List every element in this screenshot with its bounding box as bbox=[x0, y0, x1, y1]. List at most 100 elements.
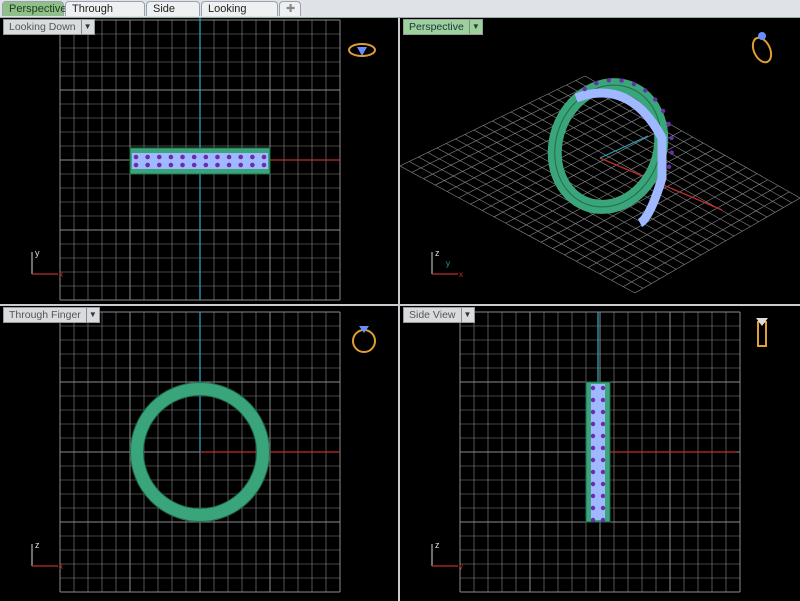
prong bbox=[180, 154, 185, 160]
prong bbox=[631, 81, 637, 87]
prong bbox=[619, 78, 624, 83]
gem-shape bbox=[357, 47, 367, 56]
dropdown-arrow-icon[interactable]: ▼ bbox=[468, 20, 482, 34]
prong bbox=[590, 505, 596, 511]
prong bbox=[203, 162, 209, 168]
prong bbox=[600, 409, 606, 415]
viewport-canvas[interactable]: zx bbox=[0, 306, 398, 601]
prong bbox=[600, 385, 606, 391]
prong bbox=[215, 154, 220, 160]
tab-through-finger[interactable]: Through Finger bbox=[65, 1, 145, 30]
axis-label: y bbox=[446, 259, 450, 268]
viewport-tab-bar: Perspective Through Finger Side View Loo… bbox=[0, 0, 800, 30]
viewport-label[interactable]: Looking Down ▼ bbox=[3, 19, 95, 35]
axis-label: x bbox=[459, 270, 463, 279]
prong bbox=[590, 433, 596, 439]
prong bbox=[238, 154, 244, 160]
gem-channel bbox=[132, 153, 268, 169]
prong bbox=[133, 154, 139, 160]
viewport-label[interactable]: Side View ▼ bbox=[403, 307, 475, 323]
axis-label: x bbox=[59, 270, 63, 279]
viewport-looking-down[interactable]: yx Looking Down ▼ bbox=[0, 18, 398, 304]
viewport-canvas[interactable]: yx bbox=[0, 18, 398, 304]
ring-view-icon bbox=[751, 32, 773, 64]
viewport-label-text: Through Finger bbox=[9, 309, 81, 321]
dropdown-arrow-icon[interactable]: ▼ bbox=[85, 308, 99, 322]
tab-looking-down[interactable]: Looking Down bbox=[201, 1, 278, 30]
viewport-through-finger[interactable]: zx Through Finger ▼ bbox=[0, 306, 398, 601]
tab-perspective[interactable]: Perspective bbox=[2, 1, 66, 16]
grid-line bbox=[575, 80, 792, 204]
viewport-canvas[interactable]: zy bbox=[400, 306, 800, 601]
prong bbox=[600, 397, 606, 403]
dropdown-arrow-icon[interactable]: ▼ bbox=[460, 308, 474, 322]
prong bbox=[600, 457, 606, 463]
prong bbox=[590, 445, 596, 451]
prong bbox=[669, 135, 674, 141]
prong bbox=[660, 108, 666, 114]
prong bbox=[600, 493, 606, 499]
axis-label: y bbox=[35, 248, 40, 258]
prong bbox=[168, 154, 174, 160]
prong bbox=[590, 421, 596, 427]
y-axis-line bbox=[599, 135, 649, 159]
viewport-perspective[interactable]: z xy Perspective ▼ bbox=[400, 18, 800, 304]
gem-shape bbox=[359, 326, 369, 333]
viewport-label[interactable]: Through Finger ▼ bbox=[3, 307, 100, 323]
prong bbox=[180, 162, 185, 168]
axis-label: x bbox=[59, 562, 63, 571]
prong bbox=[600, 433, 606, 439]
prong bbox=[590, 481, 596, 487]
viewport-canvas[interactable]: z xy bbox=[400, 18, 800, 304]
prong bbox=[191, 154, 197, 160]
prong bbox=[590, 457, 596, 463]
prong bbox=[226, 162, 232, 168]
prong bbox=[590, 397, 596, 403]
prong bbox=[168, 162, 174, 168]
gem-shape bbox=[758, 32, 766, 40]
prong bbox=[226, 154, 232, 160]
prong bbox=[215, 162, 220, 168]
gem-channel bbox=[591, 384, 605, 520]
viewport-label-text: Side View bbox=[409, 309, 456, 321]
prong bbox=[606, 78, 612, 83]
prong bbox=[600, 421, 606, 427]
dropdown-arrow-icon[interactable]: ▼ bbox=[80, 20, 94, 34]
plus-icon: ✚ bbox=[286, 3, 296, 15]
prong bbox=[669, 150, 674, 155]
prong bbox=[600, 469, 606, 475]
prong bbox=[590, 385, 596, 391]
prong bbox=[653, 97, 658, 102]
viewport-side-view[interactable]: zy Side View ▼ bbox=[400, 306, 800, 601]
axis-label: z bbox=[435, 248, 440, 258]
prong bbox=[191, 162, 197, 168]
prong bbox=[261, 162, 267, 168]
prong bbox=[590, 469, 596, 475]
tab-side-view[interactable]: Side View bbox=[146, 1, 200, 30]
axis-label: z bbox=[35, 540, 40, 550]
ring-view-icon bbox=[352, 326, 376, 353]
prong bbox=[250, 162, 255, 168]
prong bbox=[594, 80, 599, 86]
prong bbox=[600, 517, 606, 523]
prong bbox=[600, 445, 606, 451]
prong bbox=[666, 121, 671, 127]
prong bbox=[156, 154, 162, 160]
prong bbox=[643, 88, 648, 93]
prong bbox=[203, 154, 209, 160]
prong bbox=[133, 162, 139, 168]
axis-label: y bbox=[459, 562, 463, 571]
viewport-label-text: Perspective bbox=[409, 21, 464, 33]
viewport-label[interactable]: Perspective ▼ bbox=[403, 19, 483, 35]
prong bbox=[590, 493, 596, 499]
prong bbox=[590, 409, 596, 415]
prong bbox=[250, 154, 255, 160]
prong bbox=[590, 517, 596, 523]
prong bbox=[582, 86, 587, 92]
prong bbox=[145, 162, 150, 168]
add-tab-button[interactable]: ✚ bbox=[279, 1, 301, 16]
grid-line bbox=[634, 197, 800, 294]
viewport-label-text: Looking Down bbox=[9, 21, 76, 33]
prong bbox=[145, 154, 150, 160]
ring-view-icon bbox=[756, 318, 768, 347]
